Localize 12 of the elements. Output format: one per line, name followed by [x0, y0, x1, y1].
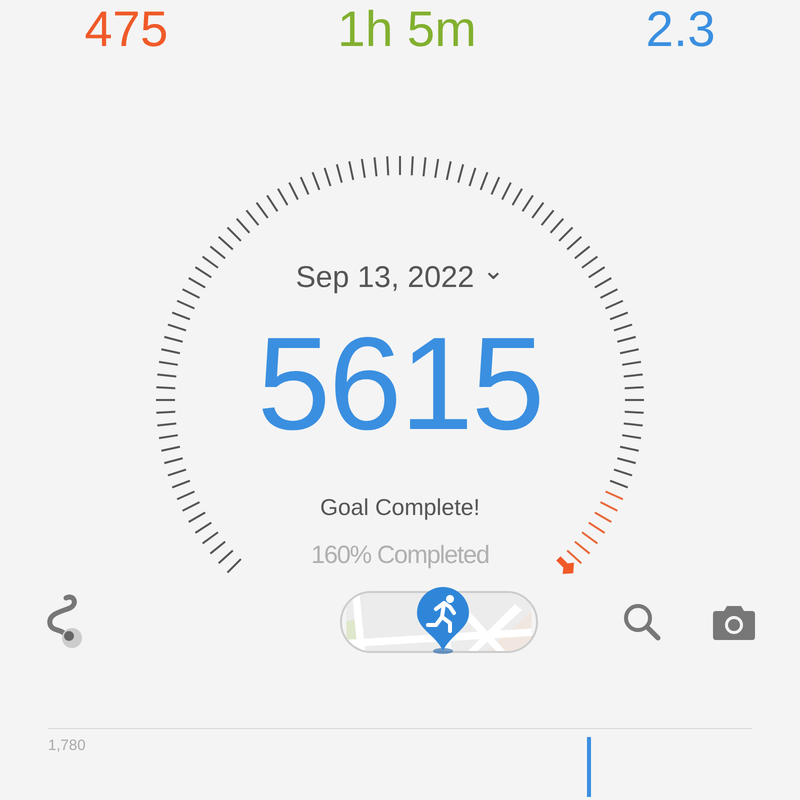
stat-value: 2.3	[646, 4, 716, 54]
gauge-marker	[556, 556, 574, 574]
chart-bar	[587, 737, 591, 797]
stat-value: 1h 5m	[337, 4, 476, 54]
axis-label: 1,780	[48, 736, 86, 756]
goal-status: Goal Complete!	[320, 493, 480, 522]
step-count: 5615	[257, 318, 543, 450]
completion-percent: 160% Completed	[311, 540, 489, 570]
camera-icon[interactable]	[712, 604, 756, 640]
search-icon[interactable]	[622, 602, 662, 642]
runner-pin-icon	[414, 585, 472, 655]
stat-value: 475	[84, 4, 168, 54]
